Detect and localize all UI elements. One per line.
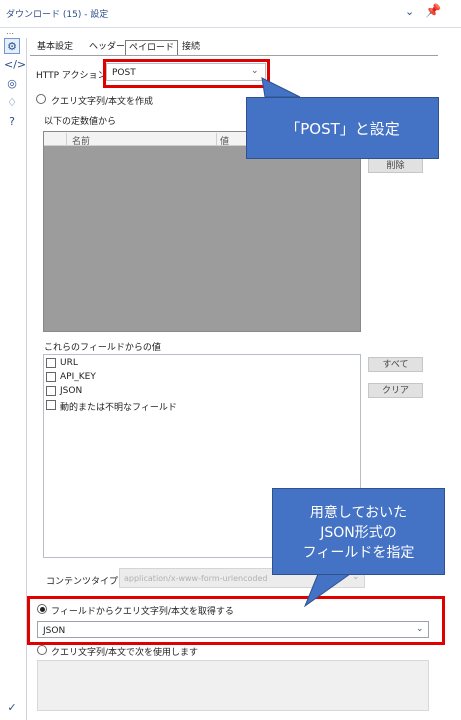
callout-json-field-text: 用意しておいた JSON形式の フィールドを指定 <box>302 504 415 561</box>
callout-post-text: 「POST」と設定 <box>285 119 400 138</box>
callout2-tail <box>303 573 352 608</box>
callout1-tail <box>261 77 301 98</box>
